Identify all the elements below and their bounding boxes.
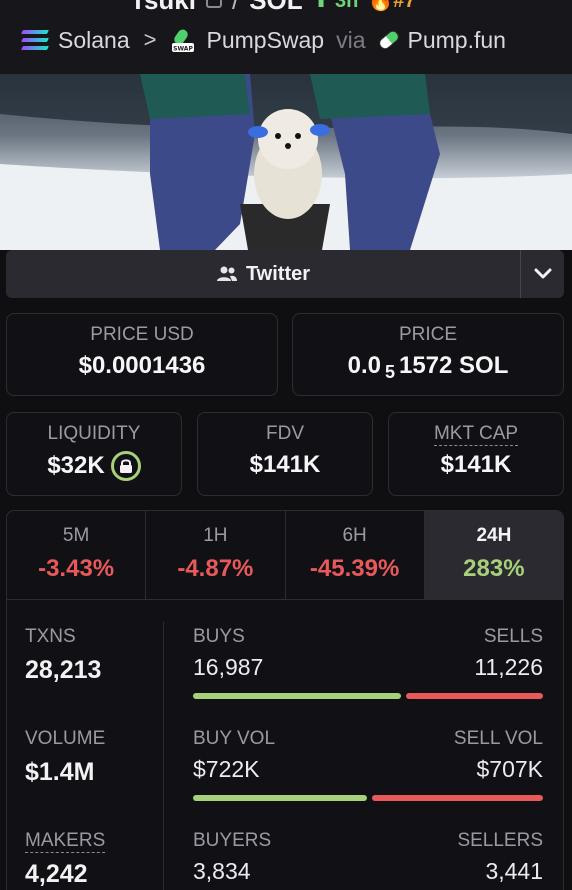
copy-icon[interactable] <box>205 0 222 8</box>
stats-divider <box>163 622 164 890</box>
price-native-label: PRICE <box>398 324 458 345</box>
sells-label: SELLS <box>483 626 543 647</box>
sell-vol-label: SELL VOL <box>453 728 543 749</box>
price-native-card: PRICE 0.0 5 1572 SOL <box>292 313 564 396</box>
quote-symbol: SOL <box>249 0 302 16</box>
volume-ratio-bar <box>193 795 543 801</box>
market-cap-value: $141K <box>440 451 512 478</box>
users-icon <box>216 266 237 281</box>
tab-1h[interactable]: 1H -4.87% <box>146 511 286 599</box>
chevron-right-icon: > <box>143 27 157 52</box>
buys-sells-ratio-bar <box>193 693 543 699</box>
token-banner-image <box>0 74 572 250</box>
pair-age: ⬆ 3h <box>312 0 359 12</box>
trending-rank[interactable]: 🔥#7 <box>368 0 415 13</box>
makers-value: 4,242 <box>25 860 88 888</box>
breadcrumb-via: via <box>336 26 366 53</box>
buy-vol-value: $722K <box>193 756 260 782</box>
price-usd-label: PRICE USD <box>90 324 194 345</box>
fdv-label: FDV <box>266 423 304 444</box>
breadcrumb-chain[interactable]: Solana <box>58 27 130 54</box>
top-bar: Tsuki / SOL ⬆ 3h 🔥#7 Solana > SWAP PumpS… <box>0 0 572 74</box>
breadcrumb-launchpad[interactable]: Pump.fun <box>408 27 506 54</box>
volume-stat: VOLUME $1.4M <box>25 728 106 786</box>
pair-separator: / <box>232 0 239 16</box>
fdv-card: FDV $141K <box>197 412 373 496</box>
buy-sell-volume-row: BUY VOL SELL VOL $722K $707K <box>193 728 543 801</box>
liquidity-card: LIQUIDITY $32K <box>6 412 182 496</box>
sellers-label: SELLERS <box>457 830 543 851</box>
tab-6h[interactable]: 6H -45.39% <box>286 511 425 599</box>
price-change-tabs: 5M -3.43% 1H -4.87% 6H -45.39% 24H 283% <box>6 510 564 600</box>
chevron-down-icon <box>534 268 551 279</box>
tab-24h[interactable]: 24H 283% <box>424 511 563 599</box>
svg-text:SWAP: SWAP <box>174 46 194 53</box>
pumpswap-icon: SWAP <box>170 27 196 53</box>
buys-label: BUYS <box>193 626 245 647</box>
more-links-button[interactable] <box>520 250 564 298</box>
breadcrumb: Solana > SWAP PumpSwap via Pump.fun <box>21 24 506 56</box>
buyers-sellers-row: BUYERS SELLERS 3,834 3,441 <box>193 830 543 885</box>
txns-stat: TXNS 28,213 <box>25 626 102 684</box>
liquidity-label: LIQUIDITY <box>47 423 141 444</box>
fdv-value: $141K <box>249 451 321 478</box>
token-symbol: Tsuki <box>130 0 196 16</box>
lock-icon[interactable] <box>110 451 141 481</box>
pair-title: Tsuki / SOL ⬆ 3h 🔥#7 <box>130 0 416 16</box>
price-native-value: 0.0 5 1572 SOL <box>347 352 509 382</box>
sell-vol-bar <box>372 795 543 801</box>
trade-stats-panel: TXNS 28,213 BUYS SELLS 16,987 11,226 VOLUM… <box>6 600 564 890</box>
buy-vol-label: BUY VOL <box>193 728 276 749</box>
buyers-value: 3,834 <box>193 858 251 884</box>
market-cap-label[interactable]: MKT CAP <box>433 423 519 446</box>
buys-bar <box>193 693 401 699</box>
twitter-label: Twitter <box>245 262 311 285</box>
makers-stat: MAKERS 4,242 <box>25 830 106 889</box>
sells-bar <box>405 693 543 699</box>
buyers-label: BUYERS <box>193 830 272 851</box>
social-links-bar: Twitter <box>6 250 564 298</box>
makers-label[interactable]: MAKERS <box>25 830 106 853</box>
buy-vol-bar <box>193 795 368 801</box>
twitter-button[interactable]: Twitter <box>6 250 520 298</box>
market-cap-card: MKT CAP $141K <box>388 412 564 496</box>
price-usd-card: PRICE USD $0.0001436 <box>6 313 278 396</box>
tab-5m[interactable]: 5M -3.43% <box>7 511 147 599</box>
breadcrumb-dex[interactable]: PumpSwap <box>206 27 324 54</box>
sells-value: 11,226 <box>474 654 543 680</box>
sellers-value: 3,441 <box>485 858 543 884</box>
buys-value: 16,987 <box>193 654 264 680</box>
price-usd-value: $0.0001436 <box>78 352 206 379</box>
buys-sells-row: BUYS SELLS 16,987 11,226 <box>193 626 543 699</box>
liquidity-value: $32K <box>7 451 181 481</box>
sell-vol-value: $707K <box>476 756 543 782</box>
pumpfun-icon <box>376 28 401 52</box>
solana-icon <box>21 30 49 50</box>
